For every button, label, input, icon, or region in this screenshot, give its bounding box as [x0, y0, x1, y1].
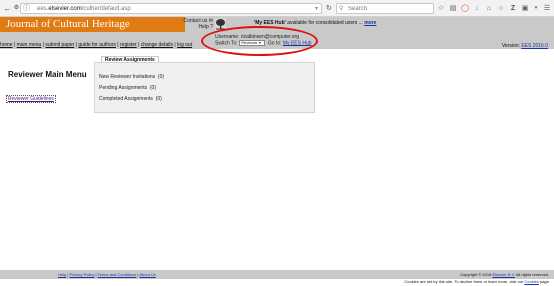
journal-title: Journal of Cultural Heritage [6, 18, 130, 30]
menu-register[interactable]: register [120, 42, 137, 48]
footer-privacy-link[interactable]: Privacy Policy [70, 272, 95, 277]
completed-assignments-row[interactable]: Completed Assignments (0) [99, 96, 162, 102]
reading-list-icon[interactable]: ▤ [448, 3, 458, 14]
footer: Help | Privacy Policy | Terms and Condit… [0, 270, 554, 279]
reviewer-guidelines-link[interactable]: Reviewer Guidelines [6, 95, 56, 103]
footer-about-link[interactable]: About Us [139, 272, 155, 277]
help-icon[interactable]: ? [210, 24, 213, 30]
search-box[interactable]: ⚲ [336, 3, 434, 14]
url-text: ees.elsevier.com/culher/default.asp [37, 6, 131, 12]
chat-icon[interactable]: ○ [496, 3, 506, 14]
cookies-link[interactable]: Cookies [524, 279, 538, 284]
main-menu-bar: home | main menu | submit paper | guide … [0, 42, 193, 48]
menu-guide-for-authors[interactable]: guide for authors [78, 42, 116, 48]
menu-submit-paper[interactable]: submit paper [45, 42, 74, 48]
menu-main-menu[interactable]: main menu [17, 42, 42, 48]
menu-icon[interactable]: ☰ [542, 3, 552, 14]
hub-notice: 'My EES Hub' available for consolidated … [254, 20, 377, 26]
star-icon[interactable]: ☆ [436, 3, 446, 14]
download-icon[interactable]: ↓ [472, 3, 482, 14]
footer-terms-link[interactable]: Terms and Conditions [98, 272, 137, 277]
home-icon[interactable]: ⌂ [484, 3, 494, 14]
menu-home[interactable]: home [0, 42, 13, 48]
menu-change-details[interactable]: change details [141, 42, 173, 48]
copyright: Copyright © 2016 Elsevier B.V. All right… [460, 272, 549, 277]
contact-help-block: Contact us ✉ Help ? [177, 18, 214, 30]
pending-assignments-row[interactable]: Pending Assignments (0) [99, 85, 156, 91]
cookie-notice: Cookies are set by this site. To decline… [404, 279, 550, 284]
hub-more-link[interactable]: more [364, 20, 376, 26]
review-assignments-panel: New Reviewer Invitations (0) Pending Ass… [94, 62, 315, 113]
site-header: Journal of Cultural Heritage Contact us … [0, 17, 554, 56]
version-link[interactable]: EES 2016.0 [521, 43, 548, 49]
sidebar-title: Reviewer Main Menu [8, 70, 87, 79]
version-info: Version: EES 2016.0 [501, 43, 548, 49]
help-link[interactable]: Help [199, 24, 209, 30]
elsevier-link[interactable]: Elsevier B.V. [492, 272, 515, 277]
address-bar[interactable]: ⓘ ees.elsevier.com/culher/default.asp ▾ [20, 3, 322, 14]
search-icon: ⚲ [339, 6, 344, 12]
new-invitations-row[interactable]: New Reviewer Invitations (0) [99, 74, 164, 80]
url-dropdown-icon[interactable]: ▾ [315, 4, 318, 14]
footer-help-link[interactable]: Help [58, 272, 66, 277]
pocket-icon[interactable]: ◯ [460, 3, 470, 14]
menu-log-out[interactable]: log out [177, 42, 192, 48]
footer-links: Help | Privacy Policy | Terms and Condit… [58, 272, 156, 277]
annotation-highlight-oval [201, 26, 318, 56]
search-input[interactable] [348, 5, 432, 13]
dropdown-icon[interactable]: ▾ [531, 3, 541, 14]
screenshot-icon[interactable]: ▣ [520, 3, 530, 14]
reload-icon[interactable]: ↻ [326, 3, 335, 14]
info-icon[interactable]: ⓘ [23, 4, 30, 14]
zotero-icon[interactable]: Z [508, 3, 518, 14]
journal-banner: Journal of Cultural Heritage [0, 17, 185, 32]
browser-toolbar: ← ⚙ ⓘ ees.elsevier.com/culher/default.as… [0, 0, 554, 17]
